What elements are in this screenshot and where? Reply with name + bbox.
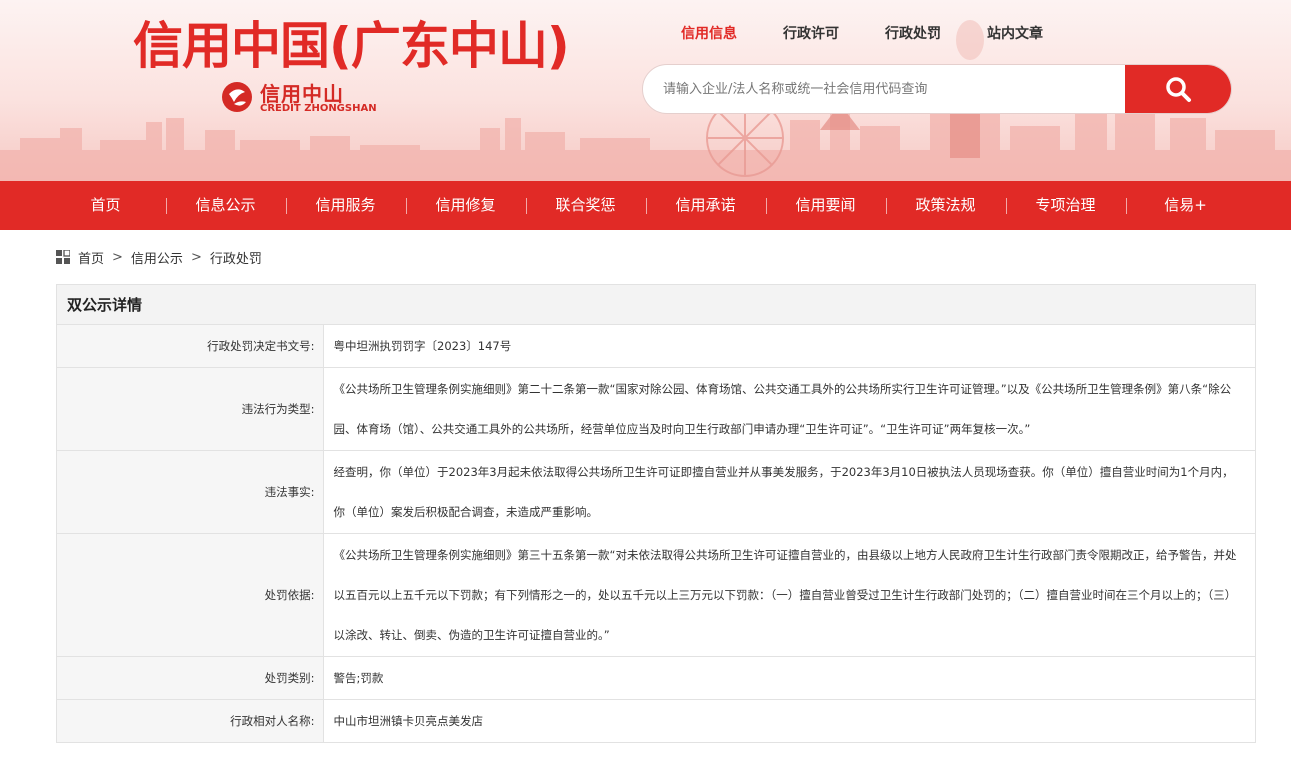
detail-value: 《公共场所卫生管理条例实施细则》第三十五条第一款“对未依法取得公共场所卫生许可证… (323, 533, 1255, 657)
search-tabs: 信用信息 行政许可 行政处罚 站内文章 (681, 24, 1089, 44)
detail-row-violation-type: 违法行为类型: 《公共场所卫生管理条例实施细则》第二十二条第一款“国家对除公园、… (57, 367, 1255, 451)
search-icon (1166, 77, 1191, 102)
detail-row-violation-facts: 违法事实: 经查明，你（单位）于2023年3月起未依法取得公共场所卫生许可证即擅… (57, 450, 1255, 534)
breadcrumb: 首页 > 信用公示 > 行政处罚 (56, 248, 262, 267)
search-tab-credit-info[interactable]: 信用信息 (681, 24, 737, 44)
search-tab-admin-penalty[interactable]: 行政处罚 (885, 24, 941, 44)
detail-value: 粤中坦洲执罚罚字〔2023〕147号 (323, 325, 1255, 368)
main-nav: 首页 信息公示 信用服务 信用修复 联合奖惩 信用承诺 信用要闻 政策法规 专项… (0, 181, 1291, 230)
logo-emblem-icon (222, 82, 252, 112)
detail-row-penalty-category: 处罚类别: 警告;罚款 (57, 656, 1255, 700)
credit-zhongshan-logo[interactable]: 信用中山 CREDIT ZHONGSHAN (220, 80, 380, 116)
detail-label: 违法事实: (57, 450, 324, 534)
detail-value: 警告;罚款 (323, 656, 1255, 700)
nav-info-disclosure[interactable]: 信息公示 (165, 181, 286, 230)
site-header: 信用中国(广东中山) 信用中山 CREDIT ZHONGSHAN 信用信息 行政… (0, 0, 1291, 181)
detail-label: 违法行为类型: (57, 367, 324, 451)
search-box (642, 64, 1232, 114)
nav-joint-reward-punish[interactable]: 联合奖惩 (525, 181, 646, 230)
search-button[interactable] (1125, 65, 1231, 113)
detail-value: 中山市坦洲镇卡贝亮点美发店 (323, 699, 1255, 742)
detail-row-decision-number: 行政处罚决定书文号: 粤中坦洲执罚罚字〔2023〕147号 (57, 325, 1255, 368)
detail-panel: 双公示详情 行政处罚决定书文号: 粤中坦洲执罚罚字〔2023〕147号 违法行为… (56, 284, 1256, 743)
detail-label: 行政处罚决定书文号: (57, 325, 324, 368)
nav-credit-repair[interactable]: 信用修复 (405, 181, 526, 230)
search-tab-site-articles[interactable]: 站内文章 (987, 24, 1043, 44)
breadcrumb-separator: > (112, 249, 123, 265)
detail-table: 行政处罚决定书文号: 粤中坦洲执罚罚字〔2023〕147号 违法行为类型: 《公… (57, 325, 1255, 742)
nav-credit-news[interactable]: 信用要闻 (765, 181, 886, 230)
nav-xinyi-plus[interactable]: 信易+ (1125, 181, 1246, 230)
detail-label: 处罚依据: (57, 533, 324, 657)
nav-credit-commitment[interactable]: 信用承诺 (645, 181, 766, 230)
detail-row-penalty-basis: 处罚依据: 《公共场所卫生管理条例实施细则》第三十五条第一款“对未依法取得公共场… (57, 533, 1255, 657)
nav-credit-service[interactable]: 信用服务 (285, 181, 406, 230)
search-input[interactable] (643, 65, 1127, 113)
logo-text-en: CREDIT ZHONGSHAN (260, 103, 377, 114)
search-tab-admin-license[interactable]: 行政许可 (783, 24, 839, 44)
detail-value: 《公共场所卫生管理条例实施细则》第二十二条第一款“国家对除公园、体育场馆、公共交… (323, 367, 1255, 451)
nav-policy-regulations[interactable]: 政策法规 (885, 181, 1006, 230)
nav-special-governance[interactable]: 专项治理 (1005, 181, 1126, 230)
detail-row-counterparty-name: 行政相对人名称: 中山市坦洲镇卡贝亮点美发店 (57, 699, 1255, 742)
nav-home[interactable]: 首页 (46, 181, 166, 230)
grid-icon (56, 250, 70, 264)
detail-label: 处罚类别: (57, 656, 324, 700)
breadcrumb-admin-penalty[interactable]: 行政处罚 (210, 248, 262, 267)
site-title: 信用中国(广东中山) (133, 17, 570, 75)
detail-label: 行政相对人名称: (57, 699, 324, 742)
detail-title: 双公示详情 (57, 285, 1255, 325)
detail-value: 经查明，你（单位）于2023年3月起未依法取得公共场所卫生许可证即擅自营业并从事… (323, 450, 1255, 534)
breadcrumb-home[interactable]: 首页 (78, 248, 104, 267)
breadcrumb-credit-disclosure[interactable]: 信用公示 (131, 248, 183, 267)
breadcrumb-separator: > (190, 249, 202, 265)
